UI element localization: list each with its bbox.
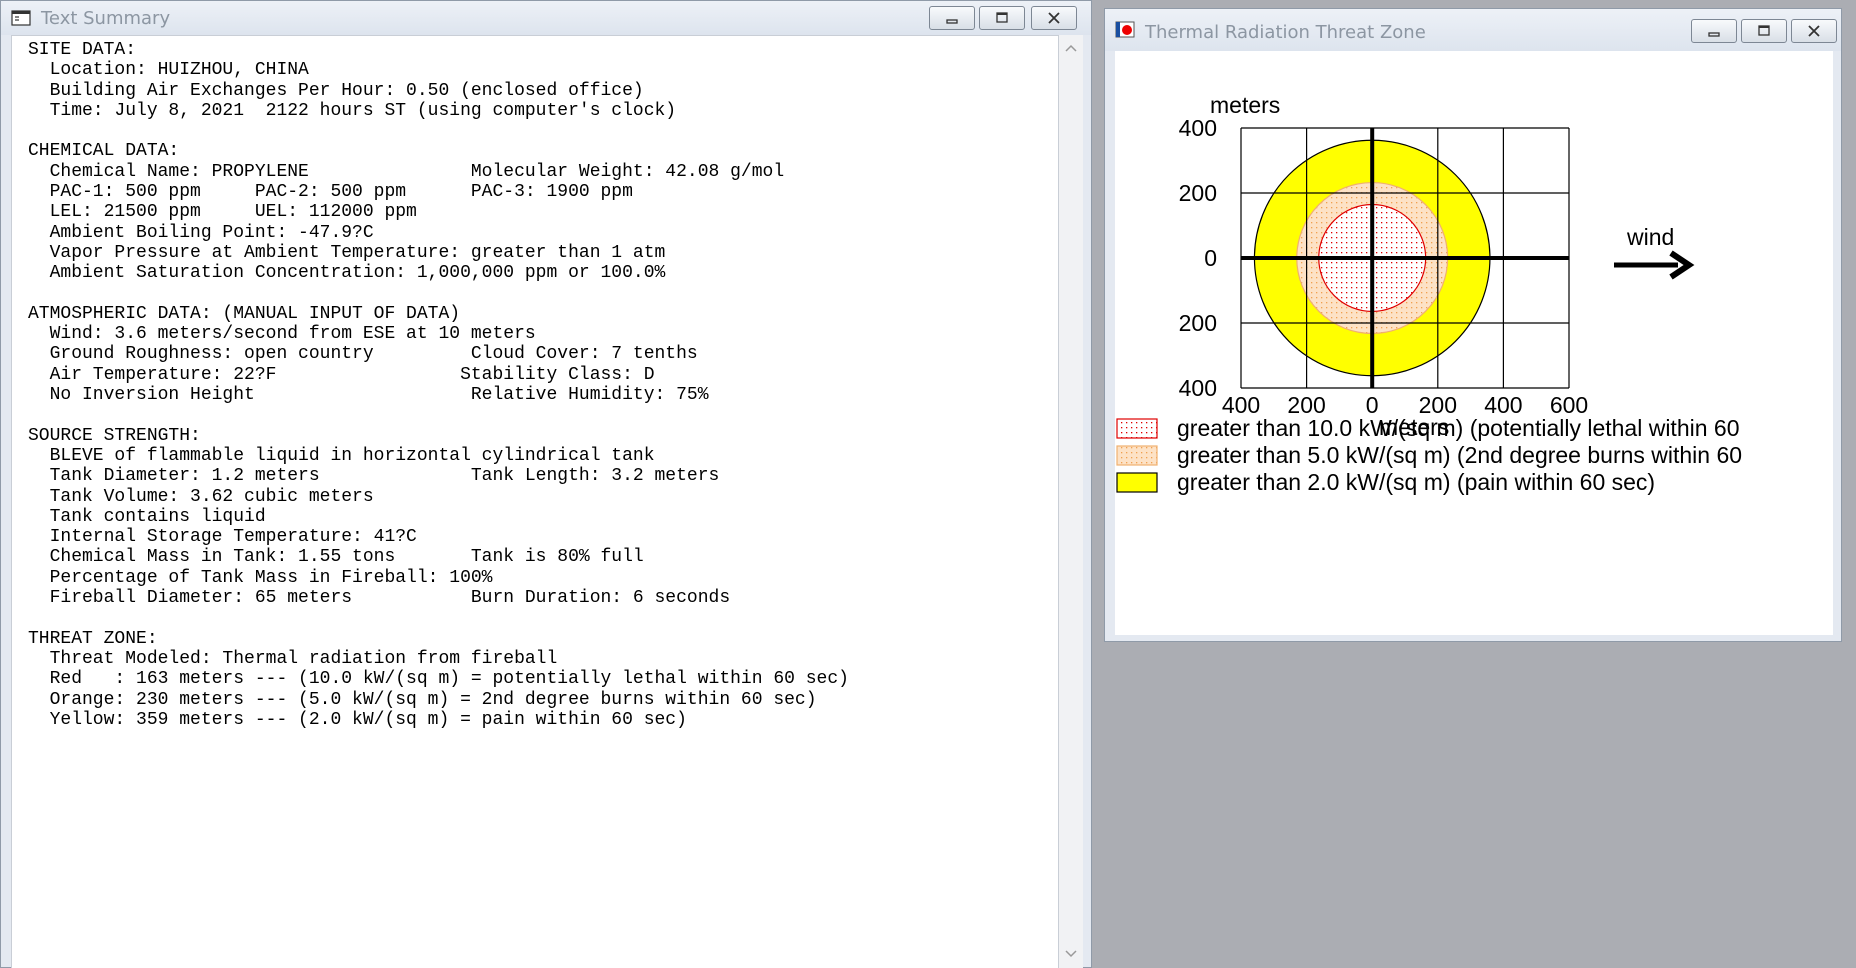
y-axis-unit-label: meters — [1210, 92, 1280, 118]
summary-line: Orange: 230 meters --- (5.0 kW/(sq m) = … — [28, 689, 817, 710]
restore-icon — [996, 12, 1008, 23]
text-summary-titlebar[interactable]: Text Summary — [1, 1, 1091, 35]
summary-line — [28, 608, 849, 628]
summary-line: LEL: 21500 ppm UEL: 112000 ppm — [28, 202, 417, 223]
y-tick-labels: 400 200 0 200 400 — [1179, 115, 1217, 401]
legend-swatch — [1116, 445, 1158, 466]
summary-line — [28, 121, 849, 141]
restore-button[interactable] — [1741, 19, 1787, 43]
summary-line: PAC-1: 500 ppm PAC-2: 500 ppm PAC-3: 190… — [28, 182, 633, 203]
close-button[interactable] — [1791, 19, 1837, 43]
summary-line: Wind: 3.6 meters/second from ESE at 10 m… — [28, 324, 536, 345]
y-tick-label: 200 — [1179, 310, 1217, 336]
summary-line: Red : 163 meters --- (10.0 kW/(sq m) = p… — [28, 669, 849, 690]
thermal-titlebar[interactable]: Thermal Radiation Threat Zone — [1105, 9, 1841, 51]
summary-line: Tank Volume: 3.62 cubic meters — [28, 486, 374, 507]
summary-line: Air Temperature: 22?F Stability Class: D — [28, 364, 655, 385]
legend-swatch — [1116, 418, 1158, 439]
legend: greater than 10.0 kW/(sq m) (potentially… — [1116, 415, 1742, 495]
summary-line: Percentage of Tank Mass in Fireball: 100… — [28, 567, 493, 588]
y-tick-label: 0 — [1204, 245, 1217, 271]
summary-line — [28, 405, 849, 425]
summary-line: Chemical Mass in Tank: 1.55 tons Tank is… — [28, 547, 644, 568]
close-button[interactable] — [1031, 6, 1077, 30]
document-icon — [11, 10, 31, 26]
thermal-radiation-window[interactable]: Thermal Radiation Threat Zone 400 200 0 … — [1104, 8, 1842, 642]
restore-icon — [1758, 25, 1770, 36]
threat-zone-chart: 400 200 0 200 400 600 4002000200400 meters me… — [1116, 92, 1742, 495]
wind-label: wind — [1626, 224, 1674, 250]
minimize-button[interactable] — [1691, 19, 1737, 43]
close-icon — [1808, 25, 1820, 37]
summary-line: ATMOSPHERIC DATA: (MANUAL INPUT OF DATA) — [28, 303, 461, 324]
summary-line: Chemical Name: PROPYLENE Molecular Weigh… — [28, 161, 785, 182]
summary-line: Threat Modeled: Thermal radiation from f… — [28, 648, 558, 669]
summary-line: SOURCE STRENGTH: — [28, 425, 201, 446]
minimize-icon — [946, 19, 958, 24]
summary-line: Yellow: 359 meters --- (2.0 kW/(sq m) = … — [28, 709, 687, 730]
threat-zone-plot-area: 400 200 0 200 400 600 400 200 0 200 400 meters me… — [1115, 51, 1833, 635]
summary-line: Ground Roughness: open country Cloud Cov… — [28, 344, 698, 365]
summary-line — [28, 284, 849, 304]
summary-text-area[interactable]: SITE DATA: Location: HUIZHOU, CHINA Buil… — [11, 35, 1059, 968]
summary-line: Location: HUIZHOU, CHINA — [28, 60, 309, 81]
chart-window-icon — [1115, 21, 1135, 38]
summary-line: Ambient Boiling Point: -47.9?C — [28, 222, 374, 243]
y-tick-label: 200 — [1179, 180, 1217, 206]
restore-button[interactable] — [979, 6, 1025, 30]
summary-line: Fireball Diameter: 65 meters Burn Durati… — [28, 588, 731, 609]
summary-line: Tank Diameter: 1.2 meters Tank Length: 3… — [28, 466, 720, 487]
summary-line: No Inversion Height Relative Humidity: 7… — [28, 385, 709, 406]
summary-line: Vapor Pressure at Ambient Temperature: g… — [28, 242, 666, 263]
vertical-scrollbar[interactable] — [1059, 35, 1083, 968]
y-tick-label: 400 — [1179, 115, 1217, 141]
window-title: Text Summary — [41, 8, 171, 29]
summary-line: CHEMICAL DATA: — [28, 141, 180, 162]
legend-label: greater than 5.0 kW/(sq m) (2nd degree b… — [1177, 442, 1742, 468]
minimize-icon — [1708, 32, 1720, 37]
summary-line: BLEVE of flammable liquid in horizontal … — [28, 445, 655, 466]
legend-label: greater than 2.0 kW/(sq m) (pain within … — [1177, 469, 1655, 495]
legend-swatch — [1116, 472, 1158, 493]
text-summary-window[interactable]: Text Summary SITE DATA: Location: HUIZHO… — [0, 0, 1092, 968]
summary-line: Building Air Exchanges Per Hour: 0.50 (e… — [28, 80, 644, 101]
summary-line: SITE DATA: — [28, 40, 137, 60]
summary-line: Tank contains liquid — [28, 506, 266, 527]
summary-line: Time: July 8, 2021 2122 hours ST (using … — [28, 100, 677, 121]
close-icon — [1048, 12, 1060, 24]
window-title: Thermal Radiation Threat Zone — [1145, 22, 1426, 43]
summary-line: THREAT ZONE: — [28, 628, 158, 649]
scroll-down-icon[interactable] — [1064, 947, 1078, 961]
y-tick-label: 400 — [1179, 375, 1217, 401]
summary-line: Internal Storage Temperature: 41?C — [28, 527, 417, 548]
summary-text: SITE DATA: Location: HUIZHOU, CHINA Buil… — [28, 40, 849, 730]
legend-label: greater than 10.0 kW/(sq m) (potentially… — [1177, 415, 1740, 441]
summary-line: Ambient Saturation Concentration: 1,000,… — [28, 263, 666, 284]
scroll-up-icon[interactable] — [1064, 41, 1078, 55]
wind-arrow-icon — [1614, 250, 1695, 280]
minimize-button[interactable] — [929, 6, 975, 30]
